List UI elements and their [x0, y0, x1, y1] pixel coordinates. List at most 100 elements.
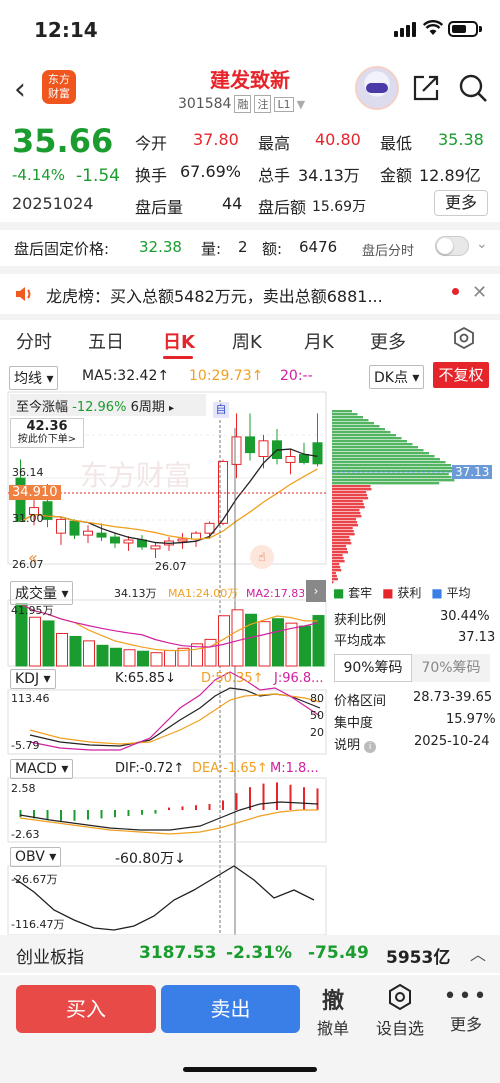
chip-bar — [332, 443, 413, 446]
settings-hex-icon[interactable] — [452, 326, 476, 350]
dragon-tiger-notice[interactable]: 龙虎榜：买入总额5482万元，卖出总额6881... ✕ — [0, 274, 500, 314]
chip-bar — [332, 551, 348, 554]
assistant-avatar-icon[interactable] — [355, 66, 399, 110]
chevron-down-icon: ▼ — [296, 97, 306, 111]
change-percent: -4.14% — [12, 166, 66, 184]
candle — [177, 538, 188, 542]
add-watchlist-button[interactable]: 设自选 — [372, 983, 428, 1039]
ma5-value: MA5:32.42↑ — [82, 368, 170, 384]
sell-button[interactable]: 卖出 — [161, 985, 300, 1033]
chip-distribution-chart — [332, 410, 492, 584]
after-hours-amt: 6476 — [299, 238, 338, 256]
more-menu-button[interactable]: ••• 更多 — [438, 983, 494, 1035]
chevron-up-icon[interactable]: ︿ — [470, 941, 486, 965]
search-icon[interactable] — [458, 73, 488, 103]
chip-bar — [332, 554, 343, 557]
candle — [150, 545, 161, 550]
add-watchlist-label: 设自选 — [375, 1019, 424, 1038]
chip-bar — [332, 491, 367, 494]
range-change-bar[interactable]: 至今涨幅 -12.96% 6周期 ▸ — [10, 394, 206, 416]
macd-m-value: M:1.8... — [270, 761, 319, 776]
y-axis-mid: 31.00 — [12, 512, 44, 525]
candle — [96, 532, 107, 538]
chip-avg-cost-value: 37.13 — [458, 630, 496, 645]
chip-bar — [332, 548, 347, 551]
buy-button[interactable]: 买入 — [16, 985, 156, 1033]
tab-more[interactable]: 更多 — [370, 328, 406, 354]
chip-tab-90[interactable]: 90%筹码 — [334, 654, 412, 682]
kdj-select-label: KDJ — [15, 671, 40, 687]
close-icon[interactable]: ✕ — [472, 282, 487, 303]
volume-select-label: 成交量 — [15, 586, 57, 602]
more-quote-button[interactable]: 更多 — [434, 190, 488, 216]
chip-avg-cost-label: 平均成本 — [334, 634, 387, 649]
volume-ma1: MA1:24.00万 — [168, 587, 239, 600]
after-hours-qty: 2 — [238, 238, 248, 256]
candle — [56, 518, 66, 534]
chip-bar — [332, 479, 455, 482]
ma-select[interactable]: 均线 ▾ — [9, 366, 59, 390]
ma10-value: 10:29.73↑ — [189, 368, 264, 384]
chip-bar — [332, 536, 350, 539]
index-ticker-bar[interactable]: 创业板指 3187.53 -2.31% -75.49 5953亿 ︿ — [0, 935, 500, 973]
chip-bar — [332, 500, 363, 503]
macd-max-label: 2.58 — [11, 782, 36, 795]
tab-intraday[interactable]: 分时 — [16, 328, 52, 354]
expand-panel-icon[interactable]: › — [306, 580, 326, 602]
share-icon[interactable] — [411, 73, 441, 103]
tab-monthly-k[interactable]: 月K — [304, 328, 334, 354]
finger-tap-icon[interactable]: ☝ — [250, 545, 274, 569]
low-label: 最低 — [380, 134, 413, 153]
candle — [312, 442, 323, 465]
kdj-50-label: 50 — [310, 709, 324, 722]
kdj-panel-frame — [7, 689, 327, 755]
candle — [285, 456, 296, 463]
tab-daily-k[interactable]: 日K — [163, 328, 195, 354]
scroll-left-icon[interactable]: « — [28, 548, 38, 567]
turnover-value: 67.69% — [180, 162, 242, 181]
chip-bar — [332, 482, 440, 485]
after-hours-toggle[interactable] — [435, 236, 469, 256]
chip-range-label: 价格区间 — [334, 694, 387, 709]
cancel-order-button[interactable]: 撤 撤单 — [305, 983, 361, 1039]
after-hours-price: 32.38 — [139, 238, 182, 256]
chip-bar — [332, 524, 359, 527]
chip-bar — [332, 422, 374, 425]
chip-bar — [332, 431, 391, 434]
volume-label: 总手 — [258, 166, 291, 185]
after-volume-label: 盘后量 — [135, 198, 184, 217]
tab-weekly-k[interactable]: 周K — [232, 328, 262, 354]
volume-bar — [164, 649, 176, 667]
status-time: 12:14 — [34, 18, 98, 42]
macd-dea-value: DEA:-1.65↑ — [192, 761, 268, 776]
battery-tip — [479, 26, 482, 32]
chip-tab-70[interactable]: 70%筹码 — [412, 654, 490, 682]
macd-min-label: -2.63 — [11, 828, 40, 841]
chevron-down-icon[interactable]: ⌄ — [476, 236, 488, 252]
order-price-tooltip[interactable]: 42.36 按此价下单> — [10, 418, 84, 448]
volume-bar — [83, 640, 95, 667]
chip-bar — [332, 437, 402, 440]
kdj-select[interactable]: KDJ ▾ — [10, 669, 56, 689]
stock-code-row[interactable]: 301584 融 注 L1 ▼ — [178, 95, 305, 113]
dk-select[interactable]: DK点 ▾ — [369, 365, 425, 389]
chip-concentration-value: 15.97% — [446, 712, 496, 727]
legend-trapped: ■ 套牢 — [333, 586, 373, 600]
unread-dot — [452, 288, 459, 295]
adjustment-button[interactable]: 不复权 — [433, 362, 489, 388]
tab-five-day[interactable]: 五日 — [88, 328, 124, 354]
macd-header: MACD ▾ DIF:-0.72↑ DEA:-1.65↑ M:1.8... — [8, 758, 334, 780]
chip-bar — [332, 506, 365, 509]
change-amount: -1.54 — [76, 166, 120, 186]
range-label: 至今涨幅 — [16, 400, 69, 415]
tooltip-hint: 按此价下单> — [17, 434, 77, 445]
legend-average-label: 平均 — [446, 586, 471, 600]
volume-bar — [137, 650, 149, 667]
chip-note-label[interactable]: 说明 i — [334, 734, 377, 753]
macd-select[interactable]: MACD ▾ — [10, 759, 74, 779]
battery-icon — [448, 21, 478, 37]
obv-min-label: -116.47万 — [11, 918, 65, 931]
obv-select[interactable]: OBV ▾ — [10, 847, 62, 867]
candle — [123, 539, 134, 544]
signal-icon — [394, 22, 416, 37]
